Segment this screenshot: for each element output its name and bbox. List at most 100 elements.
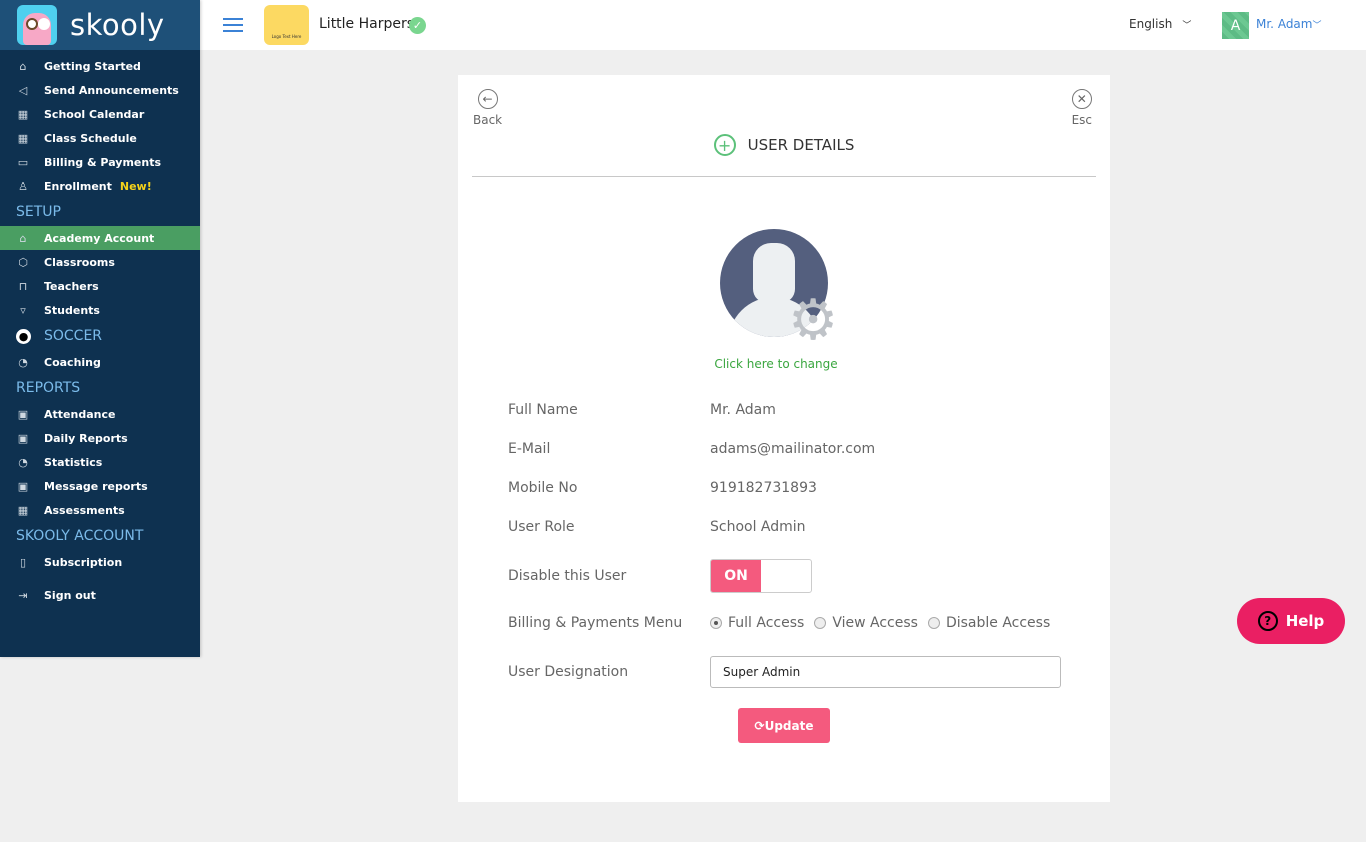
language-selector[interactable]: English ﹀ — [1129, 17, 1191, 31]
sidebar-item-send-announcements[interactable]: ◁ Send Announcements — [0, 78, 200, 102]
title-text: USER DETAILS — [747, 136, 855, 154]
building-icon: ⌂ — [19, 231, 27, 245]
radio-full-access[interactable]: Full Access — [710, 615, 804, 631]
sidebar-item-message-reports[interactable]: ▣ Message reports — [0, 474, 200, 498]
chevron-down-icon: ﹀ — [1182, 21, 1192, 31]
role-label: User Role — [508, 519, 575, 535]
radio-dot — [927, 617, 940, 629]
esc-label: Esc — [1071, 113, 1092, 127]
back-label: Back — [473, 113, 503, 127]
bookmark-icon: ▯ — [19, 555, 27, 569]
home-icon: ⌂ — [19, 59, 27, 73]
designation-label: User Designation — [508, 664, 629, 680]
full-name-value: Mr. Adam — [710, 402, 776, 418]
soccer-ball-icon: ● — [16, 328, 31, 344]
disable-user-label: Disable this User — [508, 568, 627, 584]
sidebar-item-label: Coaching — [44, 355, 101, 369]
full-name-label: Full Name — [508, 402, 578, 418]
plus-circle-icon: + — [713, 134, 736, 156]
sidebar-item-label: Billing & Payments — [44, 155, 162, 169]
sidebar-item-subscription[interactable]: ▯ Subscription — [0, 550, 200, 574]
avatar[interactable]: A — [1222, 12, 1249, 39]
sidebar-item-teachers[interactable]: ⊓ Teachers — [0, 274, 200, 298]
sidebar-item-label: Teachers — [44, 279, 99, 293]
section-title: REPORTS — [16, 380, 81, 396]
help-button[interactable]: ? Help — [1237, 598, 1345, 644]
sidebar-item-label: Class Schedule — [44, 131, 137, 145]
role-value: School Admin — [710, 519, 806, 535]
sidebar-item-school-calendar[interactable]: ▦ School Calendar — [0, 102, 200, 126]
role-row: User Role School Admin — [508, 519, 806, 535]
gear-icon[interactable]: ⚙ — [788, 293, 838, 349]
section-title: SOCCER — [44, 328, 103, 344]
section-soccer_title: ● SOCCER — [0, 322, 200, 350]
sign-out-icon: ⇥ — [18, 588, 28, 602]
close-icon: ✕ — [1071, 89, 1092, 109]
sidebar-item-label: Statistics — [44, 455, 103, 469]
sidebar-item-classrooms[interactable]: ⬡ Classrooms — [0, 250, 200, 274]
refresh-icon: ⟳ — [754, 718, 765, 733]
sidebar-item-statistics[interactable]: ◔ Statistics — [0, 450, 200, 474]
radio-label: Disable Access — [945, 615, 1051, 631]
radio-dot — [710, 617, 722, 629]
radio-label: Full Access — [728, 615, 805, 631]
billing-access-label: Billing & Payments Menu — [508, 615, 683, 631]
user-menu[interactable]: Mr. Adam﹀ — [1256, 17, 1322, 31]
sidebar-item-label: Assessments — [44, 503, 125, 517]
school-logo: Logo Text Here — [264, 5, 309, 45]
sidebar-nav: ⌂ Getting Started ◁ Send Announcements ▦ Scho… — [0, 50, 200, 607]
chevron-down-icon: ﹀ — [1312, 21, 1322, 31]
disable-user-toggle[interactable]: ON — [710, 559, 812, 593]
sidebar-item-label: School Calendar — [44, 107, 145, 121]
brand-name: skooly — [70, 8, 165, 42]
change-photo-link[interactable]: Click here to change — [458, 357, 1094, 371]
menu-toggle-button[interactable] — [223, 18, 243, 32]
sidebar-item-billing-payments[interactable]: ▭ Billing & Payments — [0, 150, 200, 174]
owl-logo-icon — [17, 5, 57, 45]
designation-row: User Designation — [508, 656, 1061, 688]
sidebar-item-label: Sign out — [44, 588, 96, 602]
pie-chart-icon: ◔ — [18, 455, 28, 469]
school-name: Little Harpers — [319, 16, 415, 32]
divider — [472, 176, 1096, 177]
radio-disable-access[interactable]: Disable Access — [927, 615, 1051, 631]
esc-button[interactable]: ✕ Esc — [1072, 89, 1092, 127]
email-row: E-Mail adams@mailinator.com — [508, 441, 875, 457]
sidebar: skooly ⌂ Getting Started ◁ Send Announcemen… — [0, 0, 200, 657]
sidebar-item-label: Academy Account — [44, 231, 155, 245]
section-account_title: SKOOLY ACCOUNT — [0, 522, 200, 550]
sidebar-item-getting-started[interactable]: ⌂ Getting Started — [0, 54, 200, 78]
back-button[interactable]: ← Back — [473, 89, 502, 127]
sidebar-item-attendance[interactable]: ▣ Attendance — [0, 402, 200, 426]
calendar-icon: ▦ — [17, 131, 29, 145]
sidebar-item-daily-reports[interactable]: ▣ Daily Reports — [0, 426, 200, 450]
language-label: English — [1129, 17, 1173, 31]
update-button[interactable]: ⟳Update — [738, 708, 830, 743]
update-label: Update — [764, 718, 814, 733]
mobile-row: Mobile No 919182731893 — [508, 480, 817, 496]
toggle-on-label: ON — [711, 560, 761, 592]
sidebar-item-enrollment[interactable]: ♙ Enrollment New! — [0, 174, 200, 198]
arrow-left-icon: ← — [477, 89, 498, 109]
sidebar-item-academy-account[interactable]: ⌂ Academy Account — [0, 226, 200, 250]
sidebar-item-label: Enrollment — [44, 179, 112, 193]
sidebar-item-class-schedule[interactable]: ▦ Class Schedule — [0, 126, 200, 150]
add-user-icon: ♙ — [18, 179, 28, 193]
sidebar-item-assessments[interactable]: ▦ Assessments — [0, 498, 200, 522]
radio-label: View Access — [832, 615, 918, 631]
billing-access-row: Billing & Payments Menu Full Access View… — [508, 615, 1060, 631]
designation-input[interactable] — [710, 656, 1061, 688]
sign-out-button[interactable]: ⇥ Sign out — [0, 583, 200, 607]
brand[interactable]: skooly — [0, 0, 200, 50]
calendar-day-icon: ▣ — [17, 479, 29, 493]
calendar-day-icon: ▣ — [17, 407, 29, 421]
sidebar-item-students[interactable]: ▿ Students — [0, 298, 200, 322]
credit-card-icon: ▭ — [17, 155, 29, 169]
top-bar: Logo Text Here Little Harpers ✓ English ﹀… — [0, 0, 1366, 50]
sidebar-item-label: Students — [44, 303, 100, 317]
sidebar-item-coaching[interactable]: ◔ Coaching — [0, 350, 200, 374]
mobile-value: 919182731893 — [710, 480, 817, 496]
radio-view-access[interactable]: View Access — [814, 615, 918, 631]
school-logo-text: Logo Text Here — [271, 34, 302, 39]
full-name-row: Full Name Mr. Adam — [508, 402, 776, 418]
